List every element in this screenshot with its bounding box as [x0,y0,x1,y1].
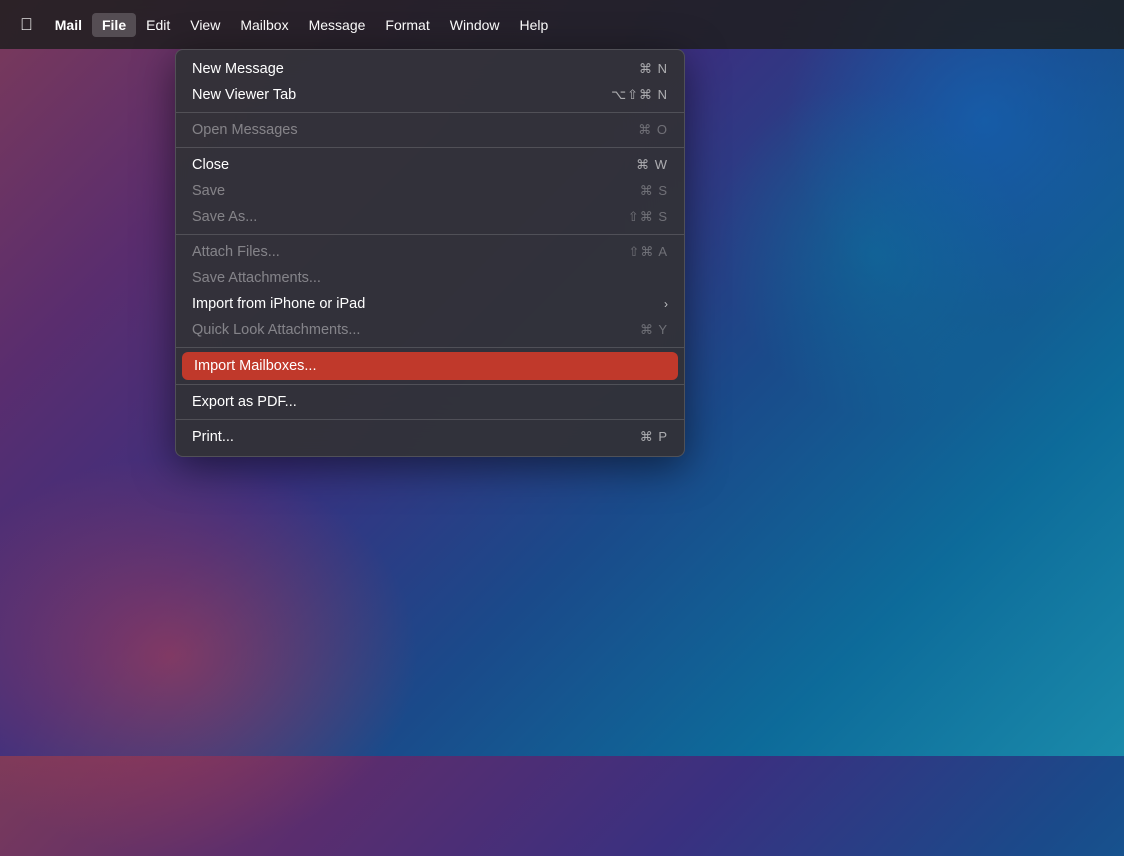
menu-bar:  Mail File Edit View Mailbox Message Fo… [0,0,1124,49]
file-dropdown-menu: New Message ⌘ N New Viewer Tab ⌥⇧⌘ N Ope… [175,49,685,457]
menu-item-save-attachments[interactable]: Save Attachments... [176,265,684,291]
menu-item-open-messages[interactable]: Open Messages ⌘ O [176,117,684,143]
separator-3 [176,234,684,235]
submenu-arrow-icon: › [664,297,668,311]
separator-1 [176,112,684,113]
menu-item-save-as[interactable]: Save As... ⇧⌘ S [176,204,684,230]
menu-item-print[interactable]: Print... ⌘ P [176,424,684,450]
menubar-item-mailbox[interactable]: Mailbox [230,13,298,37]
menu-item-new-message[interactable]: New Message ⌘ N [176,56,684,82]
separator-2 [176,147,684,148]
menubar-item-format[interactable]: Format [375,13,439,37]
separator-4 [176,347,684,348]
separator-6 [176,419,684,420]
menu-item-export-pdf[interactable]: Export as PDF... [176,389,684,415]
menubar-item-view[interactable]: View [180,13,230,37]
separator-5 [176,384,684,385]
menu-item-attach-files[interactable]: Attach Files... ⇧⌘ A [176,239,684,265]
menu-item-quick-look-attachments[interactable]: Quick Look Attachments... ⌘ Y [176,317,684,343]
menubar-item-edit[interactable]: Edit [136,13,180,37]
menubar-item-window[interactable]: Window [440,13,510,37]
menu-item-import-mailboxes[interactable]: Import Mailboxes... [182,352,678,380]
apple-menu-item[interactable]:  [8,11,45,39]
menu-item-close[interactable]: Close ⌘ W [176,152,684,178]
menubar-item-help[interactable]: Help [510,13,559,37]
menubar-item-mail[interactable]: Mail [45,13,92,37]
menu-item-new-viewer-tab[interactable]: New Viewer Tab ⌥⇧⌘ N [176,82,684,108]
menu-item-save[interactable]: Save ⌘ S [176,178,684,204]
menubar-item-message[interactable]: Message [299,13,376,37]
menubar-item-file[interactable]: File [92,13,136,37]
menu-item-import-iphone-ipad[interactable]: Import from iPhone or iPad › [176,291,684,317]
